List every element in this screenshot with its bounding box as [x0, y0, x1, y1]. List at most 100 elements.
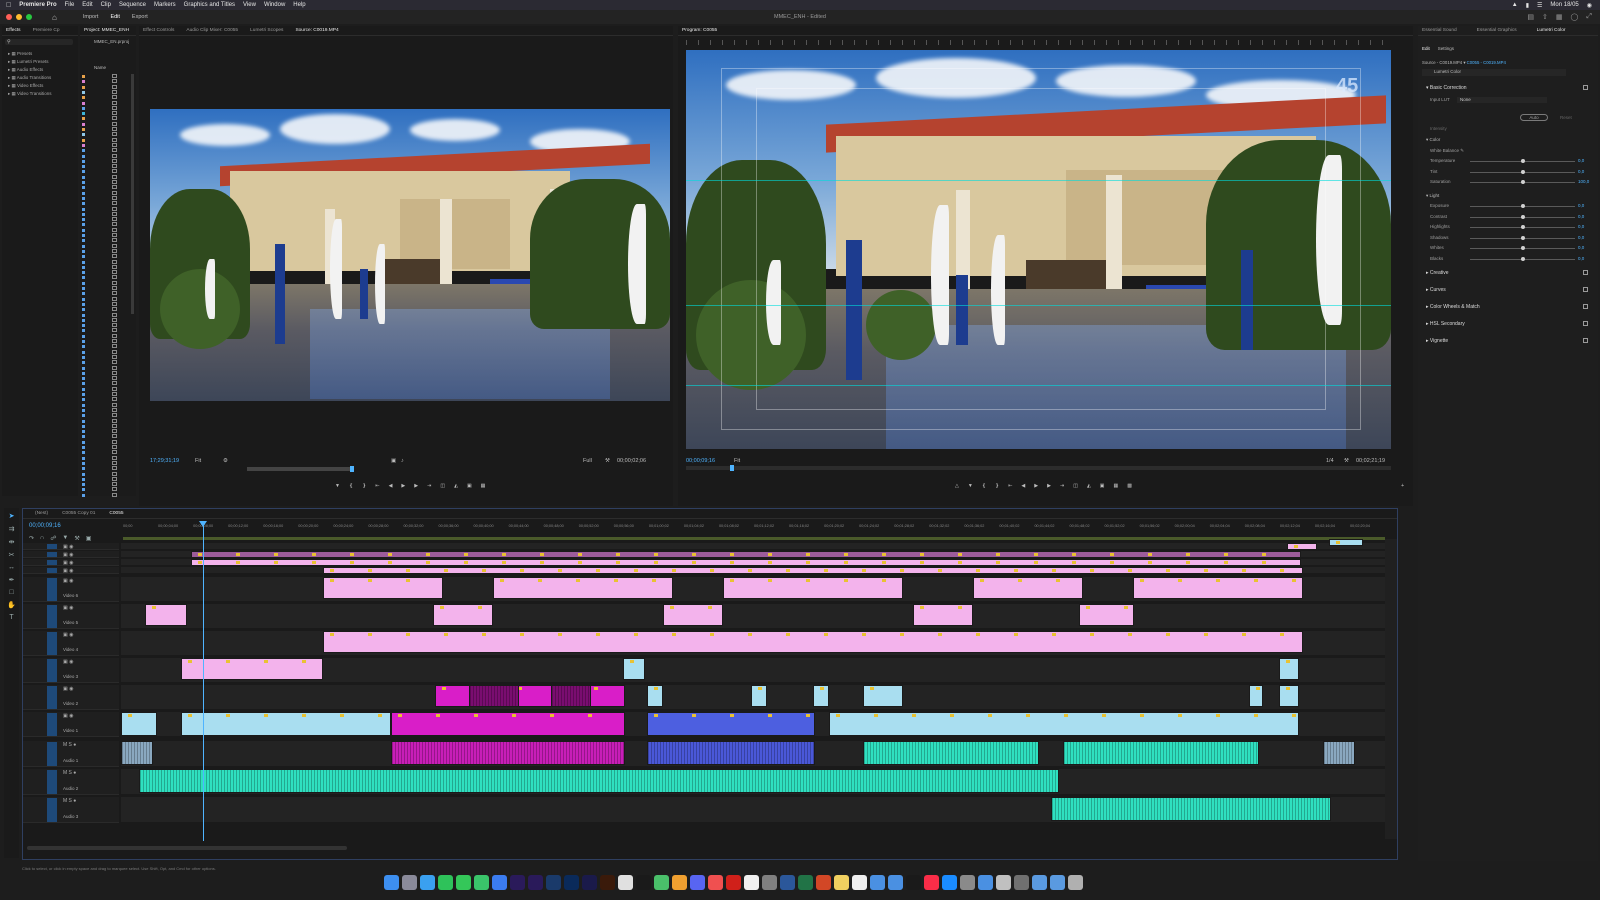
track-target-toggle[interactable] — [47, 713, 57, 736]
track-target-toggle[interactable] — [47, 605, 57, 628]
quick-export-icon[interactable]: ▦ — [1556, 13, 1563, 21]
track-header[interactable]: ▣ ◉ Video 4 — [23, 631, 119, 656]
ripple-edit-tool-icon[interactable]: ⇹ — [9, 538, 15, 546]
project-item[interactable] — [82, 328, 130, 333]
project-item[interactable] — [82, 111, 130, 116]
dock-lightroom-classic-icon[interactable] — [546, 874, 561, 890]
lumetri-preset-select[interactable]: Lumetri Color — [1422, 69, 1566, 76]
control-center-icon[interactable]: ☰ — [1537, 2, 1542, 9]
timeline-horizontal-scrollbar[interactable] — [27, 846, 347, 850]
dock-finder-2-icon[interactable] — [888, 874, 903, 890]
guide-horizontal-1[interactable] — [686, 180, 1391, 181]
dock-preview-icon[interactable] — [870, 874, 885, 890]
dock-font-book-icon[interactable] — [996, 874, 1011, 890]
dock-capcut-icon[interactable] — [636, 874, 651, 890]
dock-media-encoder-icon[interactable] — [582, 874, 597, 890]
mute-icon[interactable]: M S ● — [63, 770, 76, 776]
project-item[interactable] — [82, 275, 130, 280]
tree-audio-transitions[interactable]: ▸ ▦ Audio Transitions — [8, 75, 51, 81]
video-clip[interactable] — [1079, 604, 1134, 626]
slider-value[interactable]: 0,0 — [1578, 256, 1584, 261]
dock-whatsapp-icon[interactable] — [438, 874, 453, 890]
source-settings-icon[interactable]: ⚙ — [223, 458, 228, 464]
project-item[interactable] — [82, 132, 130, 137]
source-wrench-icon[interactable]: ⚒ — [605, 458, 610, 464]
track-header[interactable]: ▣ ◉ Video 6 — [23, 577, 119, 602]
menu-edit[interactable]: Edit — [82, 2, 92, 8]
video-clip[interactable] — [469, 685, 519, 707]
source-go-to-in-icon[interactable]: ⇤ — [375, 483, 379, 489]
program-fit-select[interactable]: Fit — [734, 458, 740, 464]
project-item[interactable] — [82, 174, 130, 180]
source-insert-icon[interactable]: ◫ — [440, 483, 445, 489]
track-header[interactable]: M S ● Audio 3 — [23, 797, 119, 823]
track-target-toggle[interactable] — [47, 578, 57, 601]
work-area-bar[interactable] — [123, 537, 1385, 540]
tab-effects[interactable]: Effects — [6, 28, 21, 33]
project-item[interactable] — [82, 74, 130, 79]
checkbox-color-wheels[interactable] — [1583, 304, 1588, 309]
mode-edit[interactable]: Edit — [110, 14, 119, 20]
source-drag-video-icon[interactable]: ▣ — [391, 458, 396, 464]
video-clip[interactable] — [191, 551, 1301, 558]
track-header[interactable]: ▣ ◉ — [23, 559, 119, 566]
video-clip[interactable] — [191, 559, 1301, 566]
source-step-back-icon[interactable]: ◀ — [389, 483, 393, 489]
close-window-icon[interactable] — [6, 14, 12, 20]
dock-launchpad-icon[interactable] — [402, 874, 417, 890]
project-item[interactable] — [82, 365, 130, 371]
project-item[interactable] — [82, 354, 130, 360]
tree-lumetri-presets[interactable]: ▸ ▦ Lumetri Presets — [8, 59, 49, 65]
selection-tool-icon[interactable]: ➤ — [9, 512, 15, 520]
project-item[interactable] — [82, 323, 130, 328]
eye-icon[interactable]: ▣ ◉ — [63, 605, 73, 611]
project-item[interactable] — [82, 137, 130, 143]
project-scrollbar[interactable] — [131, 74, 134, 314]
track-target-toggle[interactable] — [47, 686, 57, 709]
dock-after-effects-icon[interactable] — [510, 874, 525, 890]
source-overwrite-icon[interactable]: ◭ — [454, 483, 458, 489]
video-clip[interactable] — [323, 631, 1303, 653]
dock-mail-icon[interactable] — [492, 874, 507, 890]
section-basic-correction[interactable]: ▾ Basic Correction — [1426, 85, 1467, 91]
checkbox-curves[interactable] — [1583, 287, 1588, 292]
video-clip[interactable] — [323, 577, 443, 599]
slider-knob[interactable] — [1520, 169, 1525, 174]
dock-photoshop-icon[interactable] — [564, 874, 579, 890]
project-item[interactable] — [82, 370, 130, 376]
project-item[interactable] — [82, 460, 130, 466]
auto-button[interactable]: Auto — [1520, 114, 1548, 121]
source-mark-out-icon[interactable]: ❵ — [362, 483, 366, 489]
project-item[interactable] — [82, 439, 130, 445]
source-button-editor-icon[interactable]: ▦ — [481, 483, 486, 489]
program-wrench-icon[interactable]: ⚒ — [1344, 458, 1349, 464]
menu-help[interactable]: Help — [293, 2, 305, 8]
project-item[interactable] — [82, 333, 130, 339]
program-play-icon[interactable]: ▶ — [1034, 483, 1038, 489]
tab-sequence-c0055[interactable]: C0055 — [109, 511, 123, 516]
slip-tool-icon[interactable]: ↔ — [8, 564, 15, 571]
dock-finder-icon[interactable] — [384, 874, 399, 890]
track-select-tool-icon[interactable]: ⇉ — [9, 525, 15, 533]
source-mark-in-icon[interactable]: ❴ — [349, 483, 353, 489]
project-item[interactable] — [82, 392, 130, 397]
project-item[interactable] — [82, 429, 130, 434]
source-fit-select[interactable]: Fit — [195, 458, 201, 464]
project-item[interactable] — [82, 445, 130, 450]
project-item[interactable] — [82, 312, 130, 318]
dock-system-preferences-icon[interactable] — [960, 874, 975, 890]
tab-project[interactable]: Project: MMEC_ENH — [84, 28, 129, 33]
program-lift-icon[interactable]: △ — [955, 483, 959, 489]
program-mark-out-icon[interactable]: ❵ — [995, 483, 999, 489]
track-target-toggle[interactable] — [47, 544, 57, 549]
audio-clip[interactable] — [1323, 741, 1355, 765]
dock-word-icon[interactable] — [780, 874, 795, 890]
slider-value[interactable]: 0,0 — [1578, 203, 1584, 208]
checkbox-creative[interactable] — [1583, 270, 1588, 275]
fullscreen-icon[interactable]: ⤢ — [1586, 13, 1592, 21]
program-step-forward-icon[interactable]: ▶ — [1047, 483, 1051, 489]
slider-knob[interactable] — [1520, 204, 1525, 208]
dock-safari-icon[interactable] — [420, 874, 435, 890]
audio-clip[interactable] — [139, 769, 1059, 793]
apple-menu-icon[interactable]:  — [6, 2, 11, 9]
